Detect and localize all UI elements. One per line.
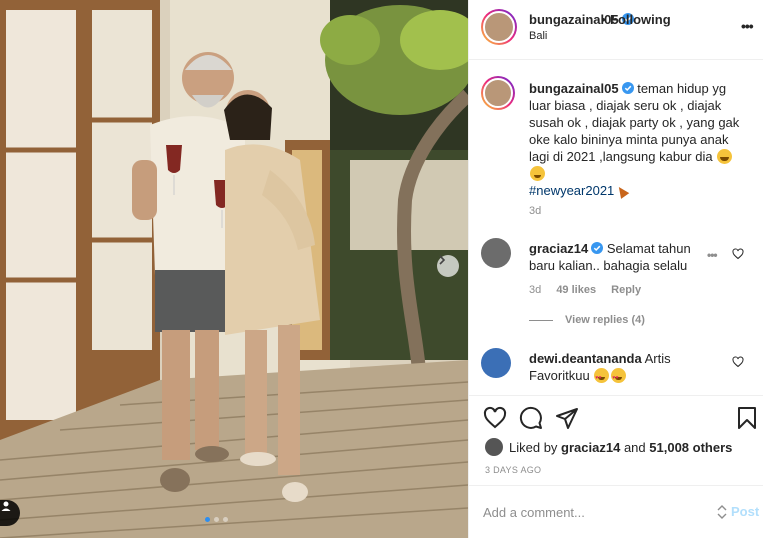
following-button[interactable]: Following — [610, 12, 671, 27]
sweat-smile-emoji-icon — [530, 166, 545, 181]
paper-plane-icon[interactable] — [555, 406, 579, 430]
heart-eyes-emoji-icon — [594, 368, 610, 387]
verified-badge-icon — [591, 242, 604, 254]
commenter-username[interactable]: graciaz14 — [529, 241, 588, 256]
separator-dot: • — [601, 12, 606, 27]
comment-input[interactable] — [483, 502, 703, 522]
comment-like-heart-icon[interactable] — [732, 356, 744, 368]
carousel-dot — [223, 517, 228, 522]
caption-username[interactable]: bungazainal05 — [529, 81, 619, 96]
carousel-dot-active — [205, 517, 210, 522]
caption-timestamp[interactable]: 3d — [529, 205, 541, 217]
post-header: bungazainal05 • Following Bali ••• — [469, 0, 763, 60]
comment-meta: 3d 49 likes Reply — [529, 284, 653, 296]
post-location[interactable]: Bali — [529, 30, 547, 42]
view-replies-button[interactable]: View replies (4) — [529, 314, 645, 326]
chevron-right-icon — [439, 255, 446, 265]
more-options-button[interactable]: ••• — [741, 18, 754, 34]
carousel-indicator — [205, 517, 228, 522]
user-tag-icon — [1, 501, 11, 511]
post-actions: Liked by graciaz14 and 51,008 others 3 D… — [469, 395, 763, 495]
heart-eyes-emoji-icon — [611, 368, 627, 387]
heart-icon[interactable] — [483, 406, 507, 430]
caption-avatar[interactable] — [481, 76, 515, 110]
post-time-ago[interactable]: 3 DAYS AGO — [485, 465, 541, 475]
commenter-username[interactable]: dewi.deantananda — [529, 351, 642, 366]
caption-hashtag[interactable]: #newyear2021 — [529, 183, 614, 198]
comment-text-block: graciaz14 Selamat tahun baru kalian.. ba… — [529, 240, 709, 274]
commenter-avatar[interactable] — [481, 238, 511, 268]
caption-text-block: bungazainal05 teman hidup yg luar biasa … — [529, 80, 743, 199]
comment-timestamp[interactable]: 3d — [529, 284, 541, 296]
likes-others-link[interactable]: 51,008 others — [649, 440, 732, 455]
likes-conjunction: and — [623, 440, 646, 455]
author-avatar[interactable] — [481, 9, 517, 45]
emoji-icon[interactable] — [715, 505, 729, 519]
liker-username[interactable]: graciaz14 — [561, 440, 620, 455]
post-comment-button[interactable]: Post — [731, 504, 759, 519]
next-photo-button[interactable] — [437, 255, 459, 277]
reply-button[interactable]: Reply — [611, 284, 641, 296]
likes-summary: Liked by graciaz14 and 51,008 others — [485, 438, 732, 456]
carousel-dot — [214, 517, 219, 522]
comment-like-heart-icon[interactable] — [732, 248, 744, 260]
party-popper-emoji-icon — [615, 183, 630, 198]
comment-icon[interactable] — [519, 406, 543, 430]
post-detail-panel: bungazainal05 • Following Bali ••• bunga… — [468, 0, 763, 538]
comment-text-block: dewi.deantananda Artis Favoritkuu — [529, 350, 709, 387]
photo-image — [0, 0, 468, 538]
commenter-avatar[interactable] — [481, 348, 511, 378]
liker-avatar[interactable] — [485, 438, 503, 456]
comment-options-button[interactable]: ••• — [707, 248, 718, 262]
post-photo[interactable] — [0, 0, 468, 538]
comment-likes[interactable]: 49 likes — [556, 284, 596, 296]
bookmark-icon[interactable] — [735, 406, 759, 430]
add-comment-bar: Post — [469, 485, 763, 538]
verified-badge-icon — [621, 82, 634, 94]
laughing-emoji-icon — [717, 149, 733, 164]
likes-prefix: Liked by — [509, 440, 558, 455]
